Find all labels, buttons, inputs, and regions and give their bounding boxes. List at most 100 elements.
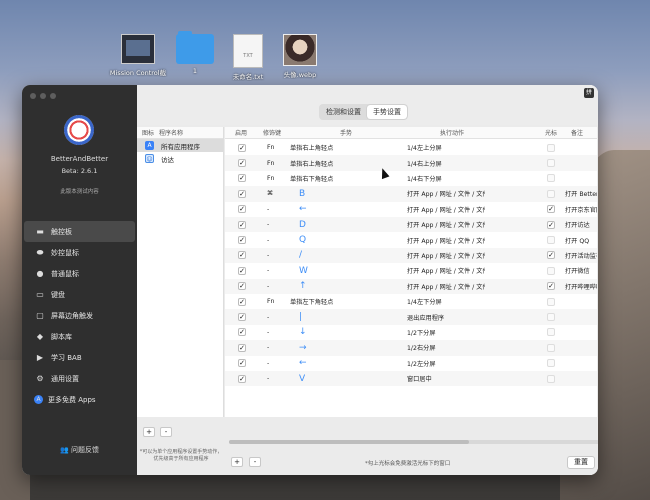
cursor-checkbox[interactable]: ✓ [547,220,555,229]
app-row-label: 所有应用程序 [161,142,200,151]
table-row[interactable]: ✓ - / 打开 App / 网址 / 文件 / 文件夹... ✓ 打开活动监视器 [225,247,597,264]
table-row[interactable]: ✓ - Q 打开 App / 网址 / 文件 / 文件夹... 打开 QQ [225,232,597,247]
app-row-finder[interactable]: ☺ 访达 [137,152,223,165]
close-button[interactable] [30,93,36,99]
enable-checkbox[interactable]: ✓ [238,297,246,306]
column-header-gesture: 手势 [340,130,353,137]
table-row[interactable]: ✓ Fn 单指右上角轻点 1/4左上分屏 [225,140,597,155]
sidebar-item-learn[interactable]: ▶ 学习 BAB [24,347,135,368]
cursor-checkbox[interactable]: ✓ [547,251,555,260]
cursor-checkbox[interactable] [547,236,555,245]
sidebar-item-label: 触控板 [51,227,72,236]
enable-checkbox[interactable]: ✓ [238,189,246,198]
desktop-icon-mission-control[interactable]: Mission Control截 [108,34,168,77]
table-row[interactable]: ✓ - V 窗口居中 [225,371,597,387]
desktop-icon-folder[interactable]: 1 [165,31,225,75]
note-label [565,140,597,155]
sidebar-item-label: 脚本库 [51,332,72,341]
cursor-checkbox[interactable] [547,343,555,352]
cursor-checkbox[interactable] [547,297,555,306]
app-row-all-apps[interactable]: A 所有应用程序 [137,139,223,152]
text-document-icon: TXT [233,34,263,68]
cursor-checkbox[interactable] [547,359,555,368]
cursor-checkbox[interactable] [547,174,555,183]
sidebar-item-trackpad[interactable]: ▬ 触控板 [24,221,135,242]
tab-gesture-settings[interactable]: 手势设置 [367,105,407,119]
table-row[interactable]: ✓ Fn 单指右下角轻点 1/4右下分屏 [225,171,597,186]
enable-checkbox[interactable]: ✓ [238,359,246,368]
table-row[interactable]: ✓ - ↑ 打开 App / 网址 / 文件 / 文件夹... ✓ 打开哔哩哔哩 [225,278,597,294]
add-gesture-button[interactable]: + [231,457,243,467]
titlebar: 拼 检测和设置 手势设置 [137,85,598,125]
cursor-checkbox[interactable] [547,266,555,275]
screenshot-thumbnail-icon [121,34,155,64]
sidebar-item-normal-mouse[interactable]: ● 普通鼠标 [24,263,135,284]
zoom-button[interactable] [50,93,56,99]
cursor-checkbox[interactable] [547,328,555,337]
enable-checkbox[interactable]: ✓ [238,328,246,337]
cursor-checkbox[interactable]: ✓ [547,205,555,214]
remove-gesture-button[interactable]: - [249,457,261,467]
enable-checkbox[interactable]: ✓ [238,236,246,245]
modifier-key: - [267,282,270,290]
table-row[interactable]: ✓ - ↓ 1/2下分屏 [225,325,597,340]
table-row[interactable]: ✓ - ← 打开 App / 网址 / 文件 / 文件夹... ✓ 打开京东官网 [225,202,597,217]
enable-checkbox[interactable]: ✓ [238,159,246,168]
table-row[interactable]: ✓ ⌘ B 打开 App / 网址 / 文件 / 文件夹... 打开 BetterDis… [225,186,597,202]
action-label: 1/4左上分屏 [407,145,442,153]
action-label: 1/4右上分屏 [407,160,442,168]
table-row[interactable]: ✓ Fn 单指左下角轻点 1/4左下分屏 [225,294,597,309]
cursor-checkbox[interactable] [547,189,555,198]
sidebar-item-magic-mouse[interactable]: ⬬ 妙控鼠标 [24,242,135,263]
cursor-checkbox[interactable]: ✓ [547,282,555,291]
cursor-checkbox[interactable] [547,143,555,152]
cursor-checkbox[interactable] [547,159,555,168]
sidebar-item-keyboard[interactable]: ▭ 键盘 [24,284,135,305]
sidebar-item-scripts[interactable]: ◆ 脚本库 [24,326,135,347]
enable-checkbox[interactable]: ✓ [238,220,246,229]
tab-detection-settings[interactable]: 检测和设置 [320,105,367,119]
cursor-checkbox[interactable] [547,313,555,322]
reset-button[interactable]: 重置 [567,456,595,469]
enable-checkbox[interactable]: ✓ [238,266,246,275]
main-panel: 拼 检测和设置 手势设置 图标 程序名称 A 所有应用程序 ☺ 访达 + - *… [137,85,598,475]
table-row[interactable]: ✓ - D 打开 App / 网址 / 文件 / 文件夹... ✓ 打开访达 [225,217,597,233]
enable-checkbox[interactable]: ✓ [238,205,246,214]
table-row[interactable]: ✓ - W 打开 App / 网址 / 文件 / 文件夹... 打开微信 [225,263,597,278]
desktop-icon-avatar[interactable]: 头像.webp [270,34,330,79]
app-window: BetterAndBetter Beta: 2.6.1 此版本测试内容 ▬ 触控… [22,85,598,475]
sidebar-item-general-settings[interactable]: ⚙ 通用设置 [24,368,135,389]
enable-checkbox[interactable]: ✓ [238,343,246,352]
enable-checkbox[interactable]: ✓ [238,282,246,291]
table-row[interactable]: ✓ - → 1/2右分屏 [225,340,597,356]
sidebar-item-label: 屏幕边角触发 [51,311,93,320]
gesture-label: / [299,250,303,261]
enable-checkbox[interactable]: ✓ [238,374,246,383]
gesture-label: 单指右上角轻点 [290,145,334,153]
enable-checkbox[interactable]: ✓ [238,174,246,183]
mouse-icon: ⬬ [36,247,44,257]
sidebar-item-more-apps[interactable]: A 更多免费 Apps [24,389,135,410]
sidebar-item-screen-corner[interactable]: ▢ 屏幕边角触发 [24,305,135,326]
table-row[interactable]: ✓ Fn 单指右上角轻点 1/4右上分屏 [225,155,597,171]
input-method-icon[interactable]: 拼 [584,88,594,98]
cursor-checkbox[interactable] [547,374,555,383]
desktop-icon-label: Mission Control截 [109,69,167,77]
sidebar: BetterAndBetter Beta: 2.6.1 此版本测试内容 ▬ 触控… [22,85,137,475]
finder-icon: ☺ [145,154,154,163]
add-app-button[interactable]: + [143,427,155,437]
sidebar-nav: ▬ 触控板 ⬬ 妙控鼠标 ● 普通鼠标 ▭ 键盘 ▢ 屏幕边角触发 ◆ 脚本库 [24,221,135,410]
desktop-icon-label: 未命名.txt [232,73,264,81]
horizontal-scrollbar[interactable] [229,440,598,444]
enable-checkbox[interactable]: ✓ [238,251,246,260]
enable-checkbox[interactable]: ✓ [238,313,246,322]
gesture-label: 单指右下角轻点 [290,175,334,183]
enable-checkbox[interactable]: ✓ [238,143,246,152]
desktop-icon-txt[interactable]: TXT 未命名.txt [218,34,278,81]
feedback-button[interactable]: 👥 问题反馈 [22,445,137,455]
scrollbar-thumb[interactable] [229,440,469,444]
table-row[interactable]: ✓ - | 退出应用程序 [225,309,597,325]
table-row[interactable]: ✓ - ← 1/2左分屏 [225,356,597,371]
remove-app-button[interactable]: - [160,427,172,437]
minimize-button[interactable] [40,93,46,99]
